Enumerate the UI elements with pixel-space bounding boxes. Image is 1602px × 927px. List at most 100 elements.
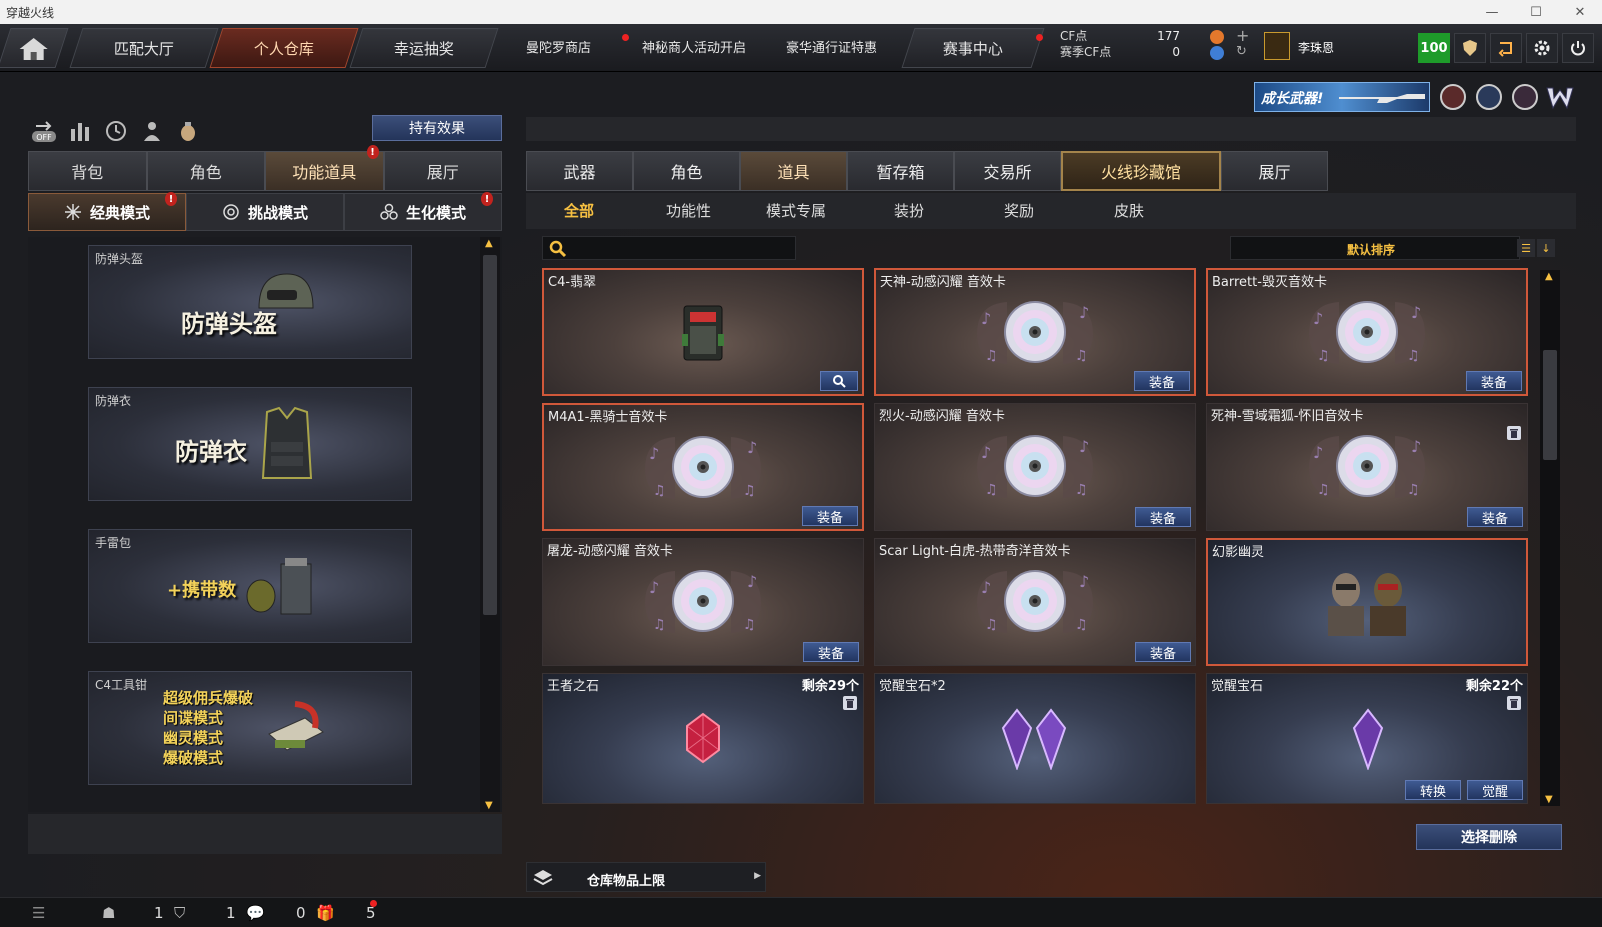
badge-icon[interactable] — [1476, 84, 1502, 110]
shield-icon[interactable] — [1454, 33, 1486, 63]
item-card[interactable]: 烈火-动感闪耀 音效卡 ♪ ♪ ♫ ♫ 装备 — [874, 403, 1196, 531]
equip-button[interactable]: 装备 — [802, 506, 858, 526]
subtab-rewards[interactable]: 奖励 — [1004, 200, 1034, 221]
close-icon[interactable]: ✕ — [1558, 0, 1602, 24]
convert-button[interactable]: 转换 — [1405, 780, 1461, 800]
tab-exchange[interactable]: 交易所 — [954, 151, 1061, 191]
maximize-icon[interactable]: ☐ — [1514, 0, 1558, 24]
search-input[interactable] — [571, 239, 791, 257]
equip-button[interactable]: 装备 — [1135, 642, 1191, 662]
chat-bubble-icon[interactable]: 💬 — [246, 904, 265, 922]
subtab-mode-exclusive[interactable]: 模式专属 — [766, 200, 826, 221]
username[interactable]: 李珠恩 — [1298, 39, 1334, 56]
item-card[interactable]: 天神-动感闪耀 音效卡 ♪ ♪ ♫ ♫ 装备 — [874, 268, 1196, 396]
tab-collection-hall[interactable]: 火线珍藏馆 — [1061, 151, 1221, 191]
history-icon[interactable] — [102, 117, 130, 145]
equip-button[interactable]: 装备 — [1466, 371, 1522, 391]
warehouse-capacity-bar[interactable]: 仓库物品上限 ▶ — [526, 862, 766, 892]
link-mandala-shop[interactable]: 曼陀罗商店 — [526, 37, 591, 56]
mode-challenge[interactable]: 挑战模式 — [186, 193, 344, 231]
scroll-thumb[interactable] — [483, 255, 497, 615]
subtab-all[interactable]: 全部 — [564, 200, 594, 221]
equip-button[interactable]: 装备 — [1467, 507, 1523, 527]
home-button[interactable] — [0, 28, 69, 68]
tab-showroom-right[interactable]: 展厅 — [1221, 151, 1328, 191]
item-card[interactable]: 觉醒宝石*2 — [874, 673, 1196, 804]
w-logo-icon[interactable] — [1546, 86, 1574, 110]
toggle-off-icon[interactable]: OFF — [30, 117, 58, 145]
item-card[interactable]: 觉醒宝石 剩余22个 转换 觉醒 — [1206, 673, 1528, 804]
item-card[interactable]: 死神-雪域霜狐-怀旧音效卡 ♪ ♪ ♫ ♫ 装备 — [1206, 403, 1528, 531]
trash-icon[interactable] — [843, 696, 857, 710]
refresh-icon[interactable]: ↻ — [1236, 44, 1247, 59]
emblem-icon[interactable] — [1440, 84, 1466, 110]
scroll-up-icon[interactable]: ▲ — [485, 238, 493, 249]
subtab-outfit[interactable]: 装扮 — [894, 200, 924, 221]
sort-down-icon[interactable]: ↓ — [1537, 239, 1555, 257]
tab-items[interactable]: 道具 — [740, 151, 847, 191]
item-card[interactable]: 幻影幽灵 — [1206, 538, 1528, 666]
equip-button[interactable]: 装备 — [803, 642, 859, 662]
equip-button[interactable]: 装备 — [1135, 507, 1191, 527]
scroll-down-icon[interactable]: ▼ — [1545, 794, 1553, 805]
menu-list-icon[interactable]: ☰ — [32, 904, 45, 922]
holding-effect-button[interactable]: 持有效果 — [372, 115, 502, 141]
item-card-c4-pliers[interactable]: C4工具钳 超级佣兵爆破 间谍模式 幽灵模式 爆破模式 — [88, 671, 412, 785]
subtab-skins[interactable]: 皮肤 — [1114, 200, 1144, 221]
rank-badge-icon[interactable] — [1264, 32, 1290, 60]
item-card[interactable]: Scar Light-白虎-热带奇洋音效卡 ♪ ♪ ♫ ♫ 装备 — [874, 538, 1196, 666]
scroll-up-icon[interactable]: ▲ — [1545, 271, 1553, 282]
link-luxury-pass[interactable]: 豪华通行证特惠 — [786, 37, 877, 56]
expand-arrow-icon[interactable]: ▶ — [754, 871, 761, 881]
minimize-icon[interactable]: — — [1470, 0, 1514, 24]
sort-dropdown[interactable]: 默认排序 ☰ ↓ — [1230, 236, 1555, 260]
item-card[interactable]: C4-翡翠 — [542, 268, 864, 396]
tab-showroom[interactable]: 展厅 — [383, 151, 502, 191]
scroll-down-icon[interactable]: ▼ — [485, 800, 493, 811]
gear-icon[interactable] — [1526, 33, 1558, 63]
tab-lucky-draw[interactable]: 幸运抽奖 — [349, 28, 499, 68]
stats-icon[interactable] — [66, 117, 94, 145]
right-scrollbar[interactable]: ▲ ▼ — [1540, 270, 1560, 806]
power-icon[interactable] — [1562, 33, 1594, 63]
tab-event-center[interactable]: 赛事中心 — [901, 28, 1045, 68]
mode-classic[interactable]: 经典模式 ! — [28, 192, 186, 231]
item-card-helmet[interactable]: 防弹头盔 防弹头盔 — [88, 245, 412, 359]
tab-personal-warehouse[interactable]: 个人仓库 — [209, 28, 359, 68]
awaken-button[interactable]: 觉醒 — [1467, 780, 1523, 800]
equip-button[interactable]: 装备 — [1134, 371, 1190, 391]
tab-character[interactable]: 角色 — [146, 151, 265, 191]
left-scrollbar[interactable]: ▲ ▼ — [480, 237, 500, 812]
character-icon[interactable] — [138, 117, 166, 145]
item-card[interactable]: M4A1-黑骑士音效卡 ♪ ♪ ♫ ♫ 装备 — [542, 403, 864, 531]
tab-match-lobby[interactable]: 匹配大厅 — [69, 28, 219, 68]
item-card[interactable]: 王者之石 剩余29个 — [542, 673, 864, 804]
tab-characters[interactable]: 角色 — [633, 151, 740, 191]
list-icon[interactable]: ☰ — [1517, 239, 1535, 257]
friends-icon[interactable]: ☗ — [102, 904, 115, 922]
tab-backpack[interactable]: 背包 — [28, 151, 147, 191]
subtab-functional[interactable]: 功能性 — [666, 200, 711, 221]
clan-shield-icon[interactable]: ⛉ — [174, 904, 185, 922]
preview-button[interactable] — [820, 371, 858, 391]
growth-weapon-banner[interactable]: 成长武器! — [1254, 82, 1430, 112]
scroll-thumb[interactable] — [1543, 350, 1557, 460]
gift-icon[interactable]: 🎁 — [316, 904, 335, 922]
crest-icon[interactable] — [1512, 84, 1538, 110]
trash-icon[interactable] — [1507, 426, 1521, 440]
item-card-grenade-pack[interactable]: 手雷包 +携带数 — [88, 529, 412, 643]
tab-weapons[interactable]: 武器 — [526, 151, 633, 191]
level-badge[interactable]: 100 — [1418, 33, 1450, 63]
return-icon[interactable] — [1490, 33, 1522, 63]
mode-biochemical[interactable]: 生化模式 ! — [344, 192, 502, 231]
item-card[interactable]: 屠龙-动感闪耀 音效卡 ♪ ♪ ♫ ♫ 装备 — [542, 538, 864, 666]
item-card[interactable]: Barrett-毁灭音效卡 ♪ ♪ ♫ ♫ 装备 — [1206, 268, 1528, 396]
recharge-plus-icon[interactable]: + — [1236, 26, 1249, 45]
trash-icon[interactable] — [1507, 696, 1521, 710]
item-card-vest[interactable]: 防弹衣 防弹衣 — [88, 387, 412, 501]
select-delete-button[interactable]: 选择删除 — [1416, 824, 1562, 850]
grenade-icon[interactable] — [174, 117, 202, 145]
tab-storage-box[interactable]: 暂存箱 — [847, 151, 954, 191]
link-mystery-merchant[interactable]: 神秘商人活动开启 — [642, 37, 746, 56]
tab-functional-items[interactable]: 功能道具! — [265, 145, 384, 191]
